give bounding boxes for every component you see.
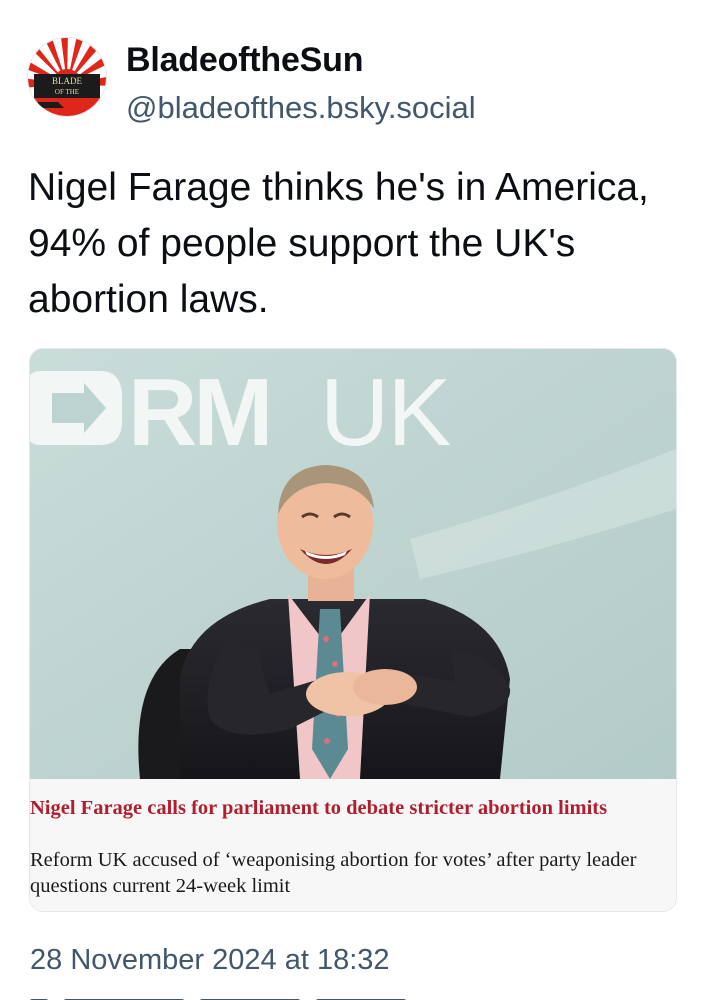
post-author-header: BLADE OF THE BladeoftheSun @bladeofthes.… — [28, 38, 476, 128]
link-preview-caption: Nigel Farage calls for parliament to deb… — [30, 779, 676, 911]
post-timestamp: 28 November 2024 at 18:32 — [30, 944, 390, 976]
rising-sun-avatar-icon: BLADE OF THE — [28, 38, 106, 116]
svg-text:UK: UK — [320, 359, 450, 466]
author-display-name[interactable]: BladeoftheSun — [126, 38, 476, 82]
news-photo: RM UK — [30, 349, 676, 779]
avatar-logo-text: BLADE — [52, 76, 82, 86]
author-names: BladeoftheSun @bladeofthes.bsky.social — [126, 38, 476, 128]
link-preview-title[interactable]: Nigel Farage calls for parliament to deb… — [30, 795, 670, 821]
link-preview-image: RM UK — [30, 349, 676, 779]
svg-text:OF THE: OF THE — [55, 88, 79, 96]
link-preview-card[interactable]: RM UK Nigel Farage calls for parliament … — [29, 348, 677, 912]
truncated-row — [30, 990, 670, 1000]
author-handle[interactable]: @bladeofthes.bsky.social — [126, 88, 476, 128]
svg-text:RM: RM — [128, 359, 269, 466]
post-view: BLADE OF THE BladeoftheSun @bladeofthes.… — [0, 0, 704, 1000]
author-avatar[interactable]: BLADE OF THE — [28, 38, 106, 116]
post-text: Nigel Farage thinks he's in America, 94%… — [28, 166, 649, 321]
link-preview-description: Reform UK accused of ‘weaponising aborti… — [30, 849, 637, 897]
